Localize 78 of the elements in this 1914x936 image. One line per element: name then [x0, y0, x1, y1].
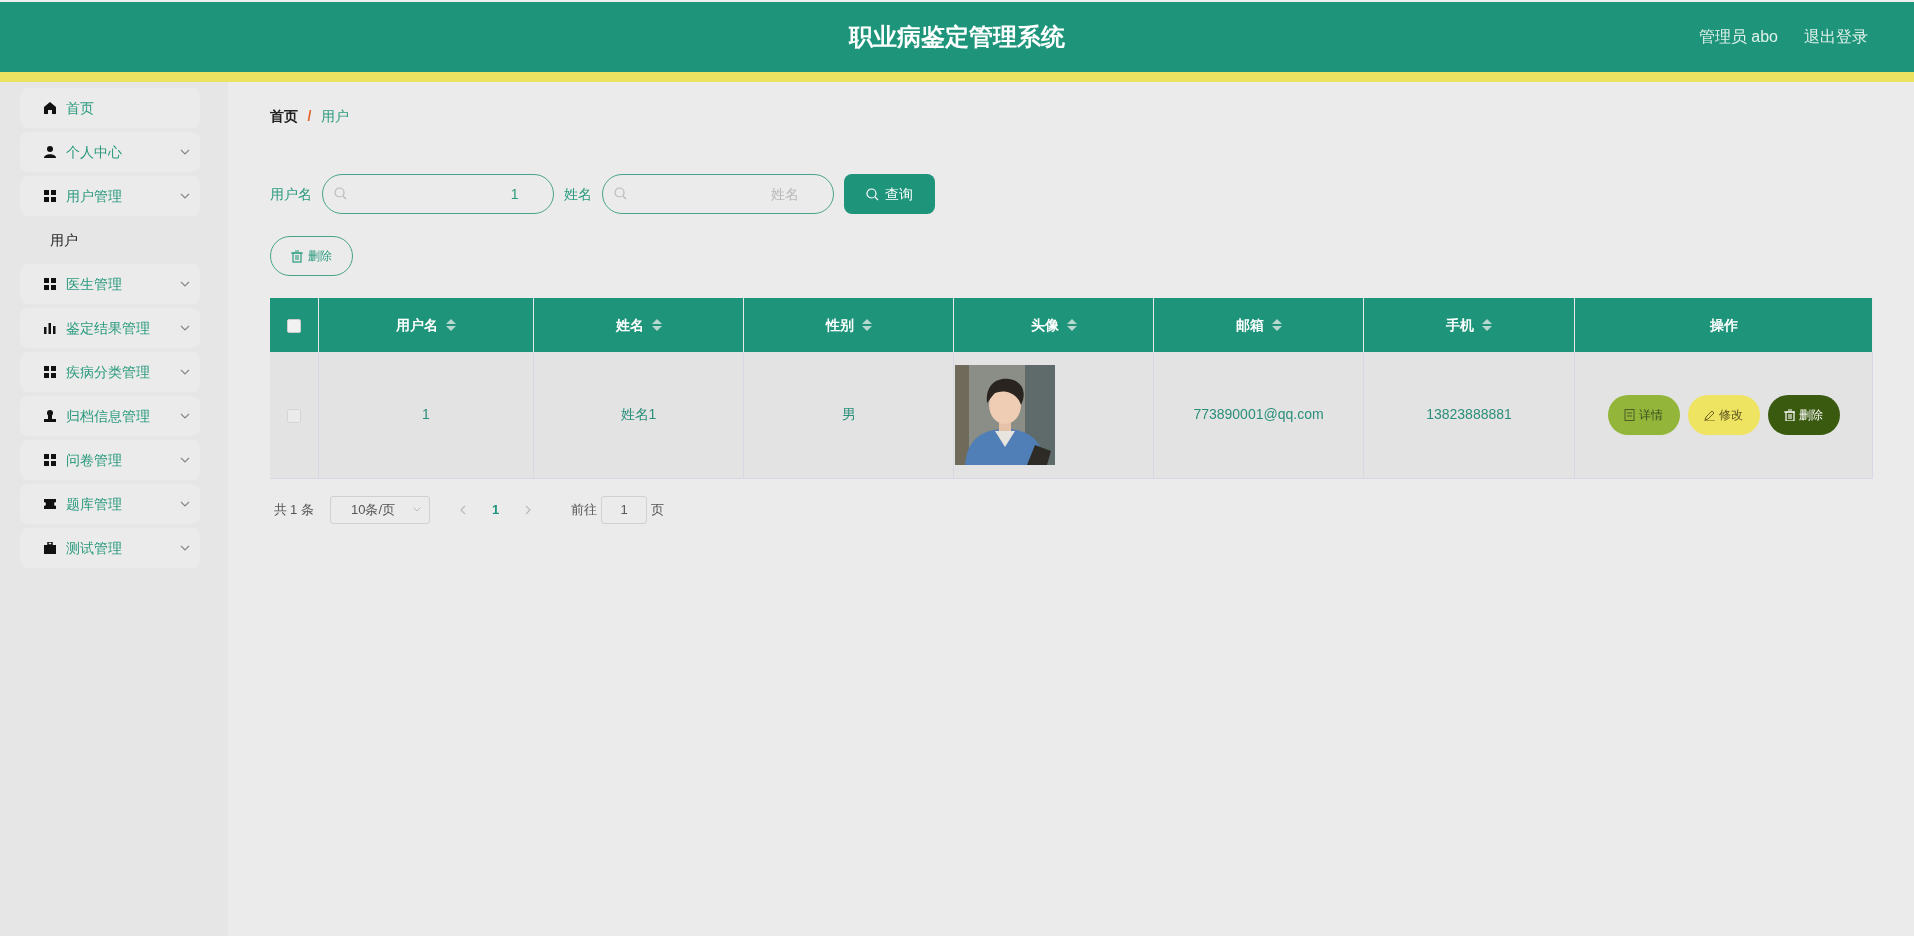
sidebar-item[interactable]: 归档信息管理 — [20, 396, 200, 436]
grid-icon — [44, 190, 56, 202]
ticket-icon — [44, 498, 56, 510]
document-icon — [1624, 408, 1635, 421]
column-header[interactable]: 姓名 — [615, 314, 644, 336]
home-icon — [44, 102, 56, 114]
chevron-down-icon — [412, 507, 421, 512]
sort-icon[interactable] — [1066, 319, 1077, 331]
details-button[interactable]: 详情 — [1607, 394, 1680, 435]
chevron-down-icon — [179, 457, 190, 463]
trash-icon — [1784, 408, 1795, 421]
field-label: 姓名 — [563, 184, 592, 204]
page-size-select[interactable]: 10条/页 — [329, 495, 430, 524]
user-icon — [44, 146, 56, 158]
table-cell: 1 — [422, 406, 430, 423]
sort-icon[interactable] — [446, 319, 456, 331]
breadcrumb-item[interactable]: 首页 — [269, 105, 298, 127]
delete-button[interactable]: 删除 — [1767, 394, 1840, 435]
breadcrumb-item: 用户 — [321, 106, 350, 126]
chevron-down-icon — [179, 149, 190, 155]
sidebar-item[interactable]: 鉴定结果管理 — [20, 308, 200, 348]
search-icon — [613, 187, 627, 200]
field-label: 用户名 — [269, 184, 312, 204]
next-page-icon[interactable] — [525, 504, 532, 515]
briefcase-icon — [44, 542, 56, 554]
sidebar-item[interactable]: 首页 — [20, 88, 200, 128]
app-title: 职业病鉴定管理系统 — [849, 22, 1065, 52]
sidebar-subitem[interactable]: 用户 — [20, 220, 200, 260]
sort-icon[interactable] — [651, 319, 662, 331]
column-header[interactable]: 手机 — [1446, 314, 1474, 336]
search-icon — [333, 187, 347, 200]
column-header: 操作 — [1709, 315, 1738, 335]
grid-icon — [44, 454, 56, 466]
total-count: 共 1 条 — [273, 500, 314, 519]
search-field[interactable]: 1 — [321, 174, 554, 214]
sort-icon[interactable] — [1271, 319, 1282, 331]
sidebar-item[interactable]: 疾病分类管理 — [20, 352, 200, 392]
chevron-down-icon — [179, 193, 190, 199]
grid-icon — [44, 366, 56, 378]
trash-icon — [290, 249, 303, 263]
chevron-down-icon — [179, 413, 190, 419]
pencil-icon — [1704, 408, 1715, 421]
goto-label: 前往 — [571, 500, 598, 519]
column-header[interactable]: 邮箱 — [1235, 314, 1264, 336]
column-header[interactable]: 性别 — [825, 314, 854, 336]
column-header[interactable]: 头像 — [1030, 314, 1059, 336]
sidebar-item[interactable]: 测试管理 — [20, 528, 200, 568]
table-cell: 773890001@qq.com — [1193, 406, 1324, 423]
sidebar-item[interactable]: 问卷管理 — [20, 440, 200, 480]
page-number[interactable]: 1 — [491, 499, 500, 520]
stamp-icon — [44, 410, 56, 422]
chevron-down-icon — [179, 501, 190, 507]
logout-link[interactable]: 退出登录 — [1804, 25, 1868, 49]
table-cell: 姓名1 — [620, 406, 657, 423]
chevron-down-icon — [179, 369, 190, 375]
user-label: 管理员 abo — [1698, 27, 1778, 47]
table-cell: 13823888881 — [1426, 406, 1512, 423]
search-button[interactable]: 查询 — [843, 174, 935, 214]
chevron-down-icon — [179, 545, 190, 551]
sidebar-item[interactable]: 题库管理 — [20, 484, 200, 524]
edit-button[interactable]: 修改 — [1687, 394, 1760, 435]
sidebar-item[interactable]: 用户管理 — [20, 176, 200, 216]
chevron-down-icon — [179, 325, 190, 331]
search-icon — [865, 187, 879, 201]
table-cell: 男 — [841, 406, 856, 423]
chevron-down-icon — [179, 281, 190, 287]
sort-icon[interactable] — [1482, 319, 1492, 331]
sidebar-item[interactable]: 个人中心 — [20, 132, 200, 172]
grid-icon — [44, 278, 56, 290]
prev-page-icon[interactable] — [459, 504, 466, 515]
goto-suffix: 页 — [651, 500, 665, 519]
page-input[interactable]: 1 — [601, 495, 648, 524]
column-header[interactable]: 用户名 — [396, 314, 438, 336]
breadcrumb-separator: / — [307, 106, 312, 126]
select-all-checkbox[interactable] — [286, 318, 301, 333]
sidebar-item[interactable]: 医生管理 — [20, 264, 200, 304]
bar-chart-icon — [44, 322, 56, 334]
sort-icon[interactable] — [861, 319, 872, 331]
